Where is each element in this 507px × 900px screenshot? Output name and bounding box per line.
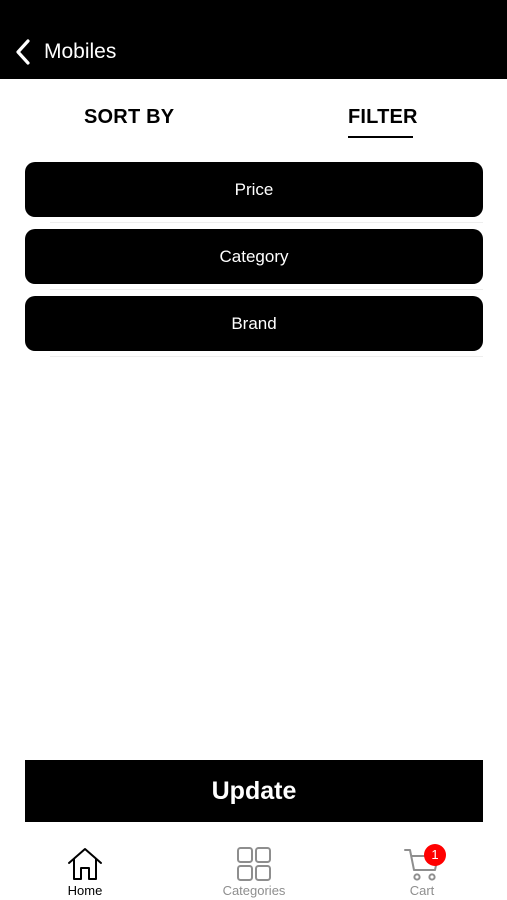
app-header: Mobiles — [0, 0, 507, 79]
divider — [50, 222, 483, 223]
divider — [50, 356, 483, 357]
filter-category-button[interactable]: Category — [25, 229, 483, 284]
tab-filter[interactable]: FILTER — [348, 106, 418, 129]
cart-count-badge: 1 — [424, 844, 446, 866]
active-tab-indicator — [348, 136, 413, 138]
tab-sort-by[interactable]: SORT BY — [84, 106, 174, 129]
back-button[interactable] — [14, 38, 32, 66]
home-icon — [68, 848, 102, 880]
filter-price-button[interactable]: Price — [25, 162, 483, 217]
bottom-tab-bar: Home Categories 1 Cart — [0, 822, 507, 900]
tabbar-item-home[interactable]: Home — [25, 822, 145, 900]
chevron-left-icon — [16, 39, 30, 65]
divider — [50, 289, 483, 290]
filter-brand-button[interactable]: Brand — [25, 296, 483, 351]
page-title: Mobiles — [44, 40, 117, 63]
sort-filter-tabs: SORT BY FILTER — [0, 100, 507, 142]
tabbar-item-categories[interactable]: Categories — [194, 822, 314, 900]
tabbar-label-cart: Cart — [409, 883, 435, 898]
tabbar-item-cart[interactable]: 1 Cart — [362, 822, 482, 900]
update-button[interactable]: Update — [25, 760, 483, 822]
grid-icon — [237, 847, 271, 881]
tabbar-label-home: Home — [67, 883, 103, 898]
tabbar-label-categories: Categories — [222, 883, 286, 898]
